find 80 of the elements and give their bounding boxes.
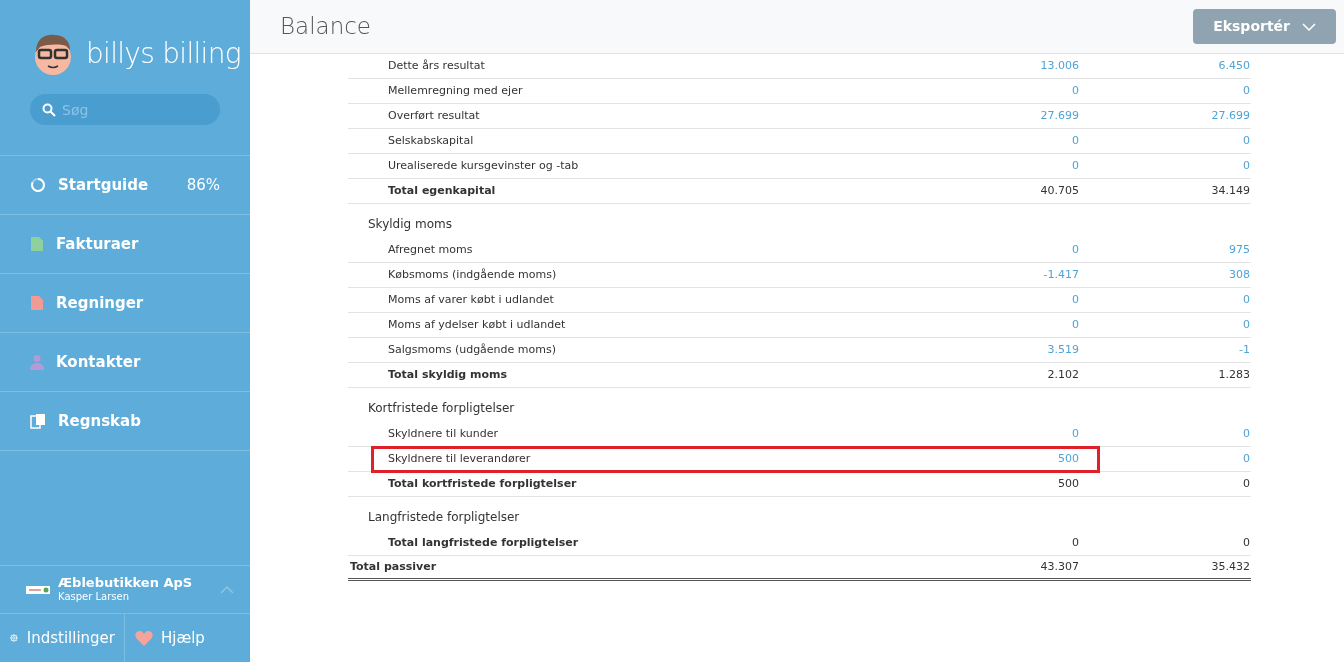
nav-item[interactable]: Startguide 86% — [0, 156, 250, 215]
value-link[interactable]: 13.006 — [961, 57, 1081, 75]
nav-item[interactable]: Kontakter — [0, 333, 250, 392]
row-label: Urealiserede kursgevinster og -tab — [387, 157, 580, 174]
search-field[interactable]: Søg — [30, 94, 220, 125]
section-heading: Langfristede forpligtelser — [368, 509, 520, 526]
company-name: Æblebutikken ApS — [58, 575, 194, 592]
row-label: Dette års resultat — [387, 57, 486, 74]
value-link[interactable]: 0 — [961, 316, 1081, 334]
value-link[interactable]: 0 — [961, 425, 1081, 443]
value-link[interactable]: 6.450 — [1081, 57, 1251, 75]
value-link[interactable]: 3.519 — [961, 341, 1081, 359]
value-link[interactable]: 0 — [961, 157, 1081, 175]
value-link[interactable]: 308 — [1081, 266, 1251, 284]
progress-percent: 86% — [186, 174, 220, 196]
row-label: Købsmoms (indgående moms) — [387, 266, 558, 283]
row-label: Total langfristede forpligtelser — [387, 534, 580, 551]
value-link[interactable]: 0 — [1081, 450, 1251, 468]
total-value: 35.432 — [1210, 558, 1251, 575]
company-switcher[interactable]: Æblebutikken ApS Kasper Larsen — [0, 565, 250, 614]
value-link[interactable]: 27.699 — [1081, 107, 1251, 125]
total-value: 40.705 — [1039, 182, 1080, 199]
value-link[interactable]: 0 — [961, 132, 1081, 150]
total-value: 0 — [1242, 534, 1251, 551]
value-link[interactable]: 0 — [1081, 316, 1251, 334]
person-icon — [30, 354, 44, 370]
row-label: Afregnet moms — [387, 241, 474, 258]
nav-item[interactable]: Regnskab — [0, 392, 250, 451]
total-value: 500 — [1057, 475, 1080, 492]
search-icon — [42, 103, 56, 117]
row-label: Overført resultat — [387, 107, 481, 124]
section-heading: Skyldig moms — [368, 216, 452, 233]
total-value: 2.102 — [1046, 366, 1080, 383]
value-link[interactable]: 0 — [1081, 157, 1251, 175]
chevron-down-icon — [1302, 22, 1316, 31]
document-icon — [30, 236, 44, 252]
cartoon-face-logo-icon — [32, 32, 74, 76]
company-logo-icon — [26, 585, 50, 594]
value-link[interactable]: 0 — [961, 241, 1081, 259]
value-link[interactable]: 975 — [1081, 241, 1251, 259]
document-icon — [30, 295, 44, 311]
progress-ring-icon — [30, 177, 46, 193]
row-label: Total kortfristede forpligtelser — [387, 475, 578, 492]
nav-item[interactable]: Fakturaer — [0, 215, 250, 274]
total-value: 0 — [1242, 475, 1251, 492]
row-label: Skyldnere til leverandører — [387, 450, 532, 467]
footer-link[interactable]: Hjælp — [125, 614, 214, 662]
chevron-up-icon — [220, 585, 234, 594]
value-link[interactable]: -1.417 — [961, 266, 1081, 284]
row-label: Moms af ydelser købt i udlandet — [387, 316, 567, 333]
export-button[interactable]: Eksportér — [1193, 9, 1336, 44]
value-link[interactable]: 27.699 — [961, 107, 1081, 125]
value-link[interactable]: 0 — [961, 291, 1081, 309]
value-link[interactable]: 0 — [961, 82, 1081, 100]
row-label: Mellemregning med ejer — [387, 82, 524, 99]
value-link[interactable]: 0 — [1081, 132, 1251, 150]
footer-link[interactable]: Indstillinger — [0, 614, 125, 662]
value-link[interactable]: -1 — [1081, 341, 1251, 359]
heart-icon — [135, 630, 153, 646]
nav-item[interactable]: Regninger — [0, 274, 250, 333]
documents-icon — [30, 413, 46, 429]
row-label: Skyldnere til kunder — [387, 425, 499, 442]
total-value: 34.149 — [1210, 182, 1251, 199]
section-heading: Kortfristede forpligtelser — [368, 400, 515, 417]
total-value: 43.307 — [1039, 558, 1080, 575]
total-value: 0 — [1071, 534, 1080, 551]
total-value: 1.283 — [1217, 366, 1251, 383]
value-link[interactable]: 500 — [961, 450, 1081, 468]
row-label: Total egenkapital — [387, 182, 497, 199]
value-link[interactable]: 0 — [1081, 425, 1251, 443]
row-label: Salgsmoms (udgående moms) — [387, 341, 558, 358]
row-label: Total passiver — [349, 558, 438, 575]
app-logo-text: billys billing — [86, 40, 241, 68]
row-label: Selskabskapital — [387, 132, 475, 149]
row-label: Moms af varer købt i udlandet — [387, 291, 555, 308]
value-link[interactable]: 0 — [1081, 291, 1251, 309]
page-title: Balance — [280, 12, 371, 42]
value-link[interactable]: 0 — [1081, 82, 1251, 100]
user-name: Kasper Larsen — [58, 591, 131, 604]
row-label: Total skyldig moms — [387, 366, 509, 383]
